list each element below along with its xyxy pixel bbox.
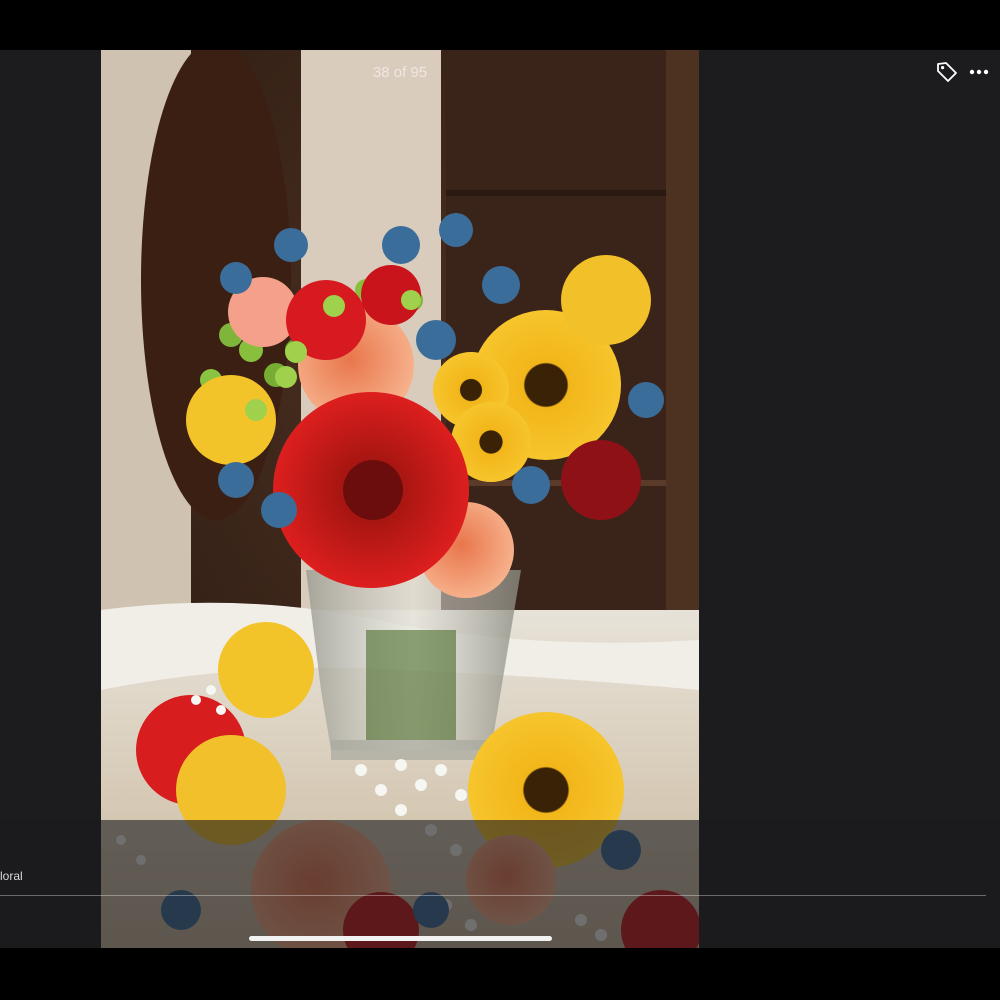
photo[interactable]: [101, 50, 699, 948]
photo-caption: loral: [0, 869, 23, 883]
home-indicator[interactable]: [249, 936, 552, 941]
more-options-button[interactable]: [966, 59, 992, 85]
tag-button[interactable]: [934, 59, 960, 85]
flower-bouquet-image: [101, 50, 699, 948]
tag-icon: [937, 62, 957, 82]
bottom-info-bar: loral: [0, 820, 1000, 948]
divider: [0, 895, 986, 896]
more-icon: [969, 69, 989, 75]
photo-counter: 38 of 95: [372, 64, 428, 81]
photo-viewer: 38 of 95 loral: [0, 50, 1000, 948]
